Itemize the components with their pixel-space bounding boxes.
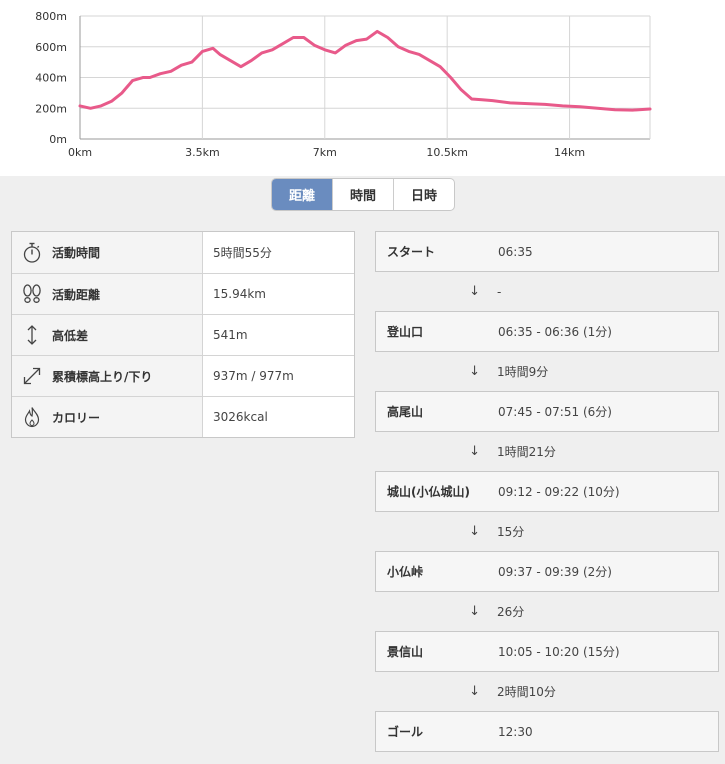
timeline-gap: ↓ 2時間10分 xyxy=(375,672,719,711)
down-arrow-icon: ↓ xyxy=(469,524,480,539)
timeline-point-time: 06:35 xyxy=(498,244,533,259)
stat-label-active-time: 活動時間 xyxy=(52,246,101,260)
tab-distance[interactable]: 距離 xyxy=(272,179,332,210)
timeline-gap: ↓ 1時間21分 xyxy=(375,432,719,471)
timeline-point-name: 登山口 xyxy=(387,325,424,339)
stat-row-active-time: 活動時間 5時間55分 xyxy=(12,232,354,273)
down-arrow-icon: ↓ xyxy=(469,604,480,619)
y-tick-label: 600m xyxy=(35,41,67,54)
y-tick-label: 800m xyxy=(35,10,67,23)
timeline-gap-duration: 15分 xyxy=(497,525,525,539)
timeline-point-name: 城山(小仏城山) xyxy=(387,485,470,499)
timeline-gap: ↓ 1時間9分 xyxy=(375,352,719,391)
stat-label-elevation-diff: 高低差 xyxy=(52,328,89,343)
stat-value-distance: 15.94km xyxy=(213,287,266,301)
timeline-gap: ↓ - xyxy=(375,272,719,311)
down-arrow-icon: ↓ xyxy=(469,444,480,459)
activity-stats-table: 活動時間 5時間55分 活動距離 15.94km 高低差 541m 累積標高上り… xyxy=(11,231,355,438)
timeline-point-time: 09:12 - 09:22 (10分) xyxy=(498,485,620,499)
y-tick-label: 200m xyxy=(35,102,67,115)
timeline-point-goal: ゴール 12:30 xyxy=(375,711,719,752)
timeline-point-name: 高尾山 xyxy=(387,405,424,419)
timeline-point-kobotoge: 小仏峠 09:37 - 09:39 (2分) xyxy=(375,551,719,592)
down-arrow-icon: ↓ xyxy=(469,284,480,299)
timeline-point-shiroyama: 城山(小仏城山) 09:12 - 09:22 (10分) xyxy=(375,471,719,512)
x-tick-label: 14km xyxy=(554,146,585,159)
course-timeline: スタート 06:35 ↓ - 登山口 06:35 - 06:36 (1分) ↓ … xyxy=(375,231,719,752)
timeline-point-time: 06:35 - 06:36 (1分) xyxy=(498,325,612,339)
y-tick-label: 400m xyxy=(35,72,67,85)
tab-time[interactable]: 時間 xyxy=(332,179,393,210)
stat-value-elevation-diff: 541m xyxy=(213,328,248,342)
timeline-point-time: 07:45 - 07:51 (6分) xyxy=(498,405,612,419)
elevation-chart-svg: 0m 200m 400m 600m 800m 0km 3.5km 7km 10.5km 14km xyxy=(35,10,652,159)
flame-icon xyxy=(12,406,52,428)
timeline-point-trailhead: 登山口 06:35 - 06:36 (1分) xyxy=(375,311,719,352)
timeline-gap-duration: - xyxy=(497,284,502,299)
stat-row-ascent-descent: 累積標高上り/下り 937m / 977m xyxy=(12,355,354,396)
stat-label-distance: 活動距離 xyxy=(52,287,101,302)
elevation-line xyxy=(78,29,652,112)
vertical-arrows-icon xyxy=(12,324,52,346)
view-tabs: 距離 時間 日時 xyxy=(271,178,455,211)
stat-row-distance: 活動距離 15.94km xyxy=(12,273,354,314)
timeline-point-time: 12:30 xyxy=(498,724,533,739)
stat-value-calories: 3026kcal xyxy=(213,410,268,424)
stat-value-ascent-descent: 937m / 977m xyxy=(213,369,294,383)
timeline-point-name: 景信山 xyxy=(387,645,424,659)
x-tick-label: 0km xyxy=(68,146,92,159)
stat-label-ascent-descent: 累積標高上り/下り xyxy=(52,369,153,384)
stat-row-calories: カロリー 3026kcal xyxy=(12,396,354,437)
timeline-point-name: 小仏峠 xyxy=(387,565,424,579)
timeline-point-time: 10:05 - 10:20 (15分) xyxy=(498,645,620,659)
timeline-gap-duration: 1時間9分 xyxy=(497,365,549,379)
down-arrow-icon: ↓ xyxy=(469,684,480,699)
tab-datetime[interactable]: 日時 xyxy=(393,179,454,210)
timeline-point-takaosan: 高尾山 07:45 - 07:51 (6分) xyxy=(375,391,719,432)
elevation-chart: 0m 200m 400m 600m 800m 0km 3.5km 7km 10.5km 14km xyxy=(0,0,725,176)
timeline-gap: ↓ 15分 xyxy=(375,512,719,551)
footprints-icon xyxy=(12,283,52,305)
timeline-point-name: ゴール xyxy=(387,725,424,739)
timeline-point-kagenobuyama: 景信山 10:05 - 10:20 (15分) xyxy=(375,631,719,672)
stat-label-calories: カロリー xyxy=(52,410,101,425)
timeline-point-start: スタート 06:35 xyxy=(375,231,719,272)
timeline-gap-duration: 1時間21分 xyxy=(497,445,556,459)
x-tick-label: 7km xyxy=(313,146,337,159)
x-tick-label: 3.5km xyxy=(185,146,220,159)
timeline-gap-duration: 26分 xyxy=(497,605,525,619)
stopwatch-icon xyxy=(12,242,52,264)
x-tick-label: 10.5km xyxy=(426,146,468,159)
down-arrow-icon: ↓ xyxy=(469,364,480,379)
stat-value-active-time: 5時間55分 xyxy=(213,246,272,260)
y-tick-label: 0m xyxy=(49,133,67,146)
timeline-point-time: 09:37 - 09:39 (2分) xyxy=(498,565,612,579)
diagonal-arrows-icon xyxy=(12,366,52,386)
timeline-point-name: スタート xyxy=(387,245,436,259)
timeline-gap: ↓ 26分 xyxy=(375,592,719,631)
timeline-gap-duration: 2時間10分 xyxy=(497,685,556,699)
stat-row-elevation-diff: 高低差 541m xyxy=(12,314,354,355)
